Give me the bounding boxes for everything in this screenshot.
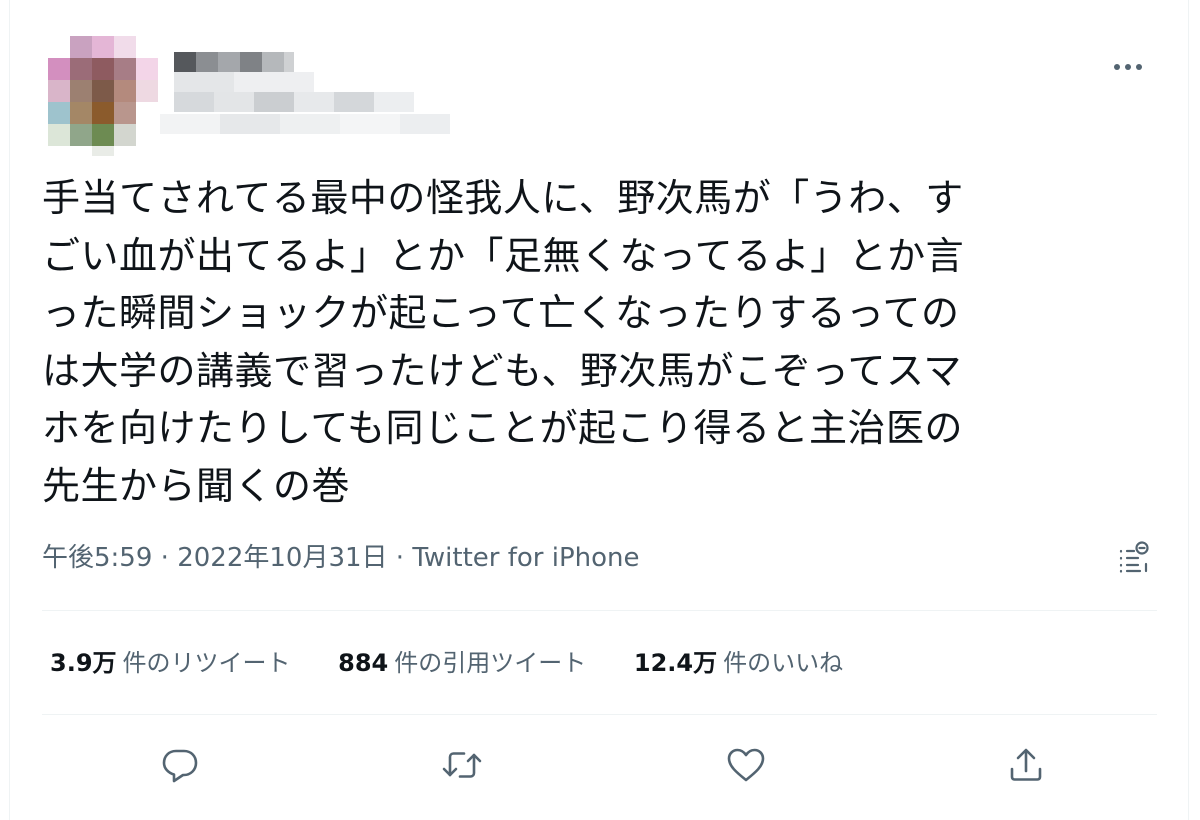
tweet-actions	[10, 735, 1190, 795]
tweet-text: 手当てされてる最中の怪我人に、野次馬が「うわ、す ごい血が出てるよ」とか「足無く…	[42, 170, 1152, 515]
tweet-text-line: は大学の講義で習ったけども、野次馬がこぞってスマ	[42, 348, 962, 393]
divider	[42, 610, 1157, 611]
tweet-text-line: 先生から聞くの巻	[42, 463, 351, 508]
tweet-text-line: った瞬間ショックが起こって亡くなったりするっての	[42, 291, 960, 335]
retweets-stat[interactable]: 3.9万 件のリツイート	[50, 645, 291, 681]
meta-separator: ·	[160, 543, 178, 573]
like-icon	[727, 748, 765, 782]
likes-count: 12.4万	[633, 649, 718, 677]
more-options-button[interactable]	[1108, 52, 1148, 82]
retweets-label: 件のリツイート	[122, 649, 291, 677]
reply-icon	[162, 749, 198, 783]
share-icon	[1010, 748, 1042, 781]
analytics-icon[interactable]	[1116, 540, 1152, 576]
tweet-time[interactable]: 午後5:59	[42, 543, 152, 573]
divider	[42, 714, 1157, 715]
like-button[interactable]	[720, 739, 772, 791]
retweets-count: 3.9万	[50, 649, 117, 677]
quotes-stat[interactable]: 884 件の引用ツイート	[338, 645, 586, 681]
tweet-date[interactable]: 2022年10月31日	[177, 543, 387, 573]
meta-separator: ·	[395, 543, 413, 573]
tweet-source[interactable]: Twitter for iPhone	[412, 543, 639, 573]
author-name-handle[interactable]	[160, 50, 460, 140]
tweet-meta: 午後5:59 · 2022年10月31日 · Twitter for iPhon…	[42, 540, 640, 576]
avatar[interactable]	[48, 26, 158, 156]
tweet-card: 手当てされてる最中の怪我人に、野次馬が「うわ、す ごい血が出てるよ」とか「足無く…	[9, 0, 1189, 820]
quotes-count: 884	[338, 649, 389, 677]
tweet-text-line: ホを向けたりしても同じことが起こり得ると主治医の	[42, 406, 963, 450]
quotes-label: 件の引用ツイート	[394, 649, 587, 677]
share-button[interactable]	[1000, 739, 1052, 791]
retweet-button[interactable]	[436, 739, 488, 791]
tweet-stats: 3.9万 件のリツイート 884 件の引用ツイート 12.4万 件のいいね	[50, 645, 883, 681]
ellipsis-icon	[1114, 64, 1142, 70]
tweet-text-line: 手当てされてる最中の怪我人に、野次馬が「うわ、す	[42, 176, 964, 220]
tweet-text-line: ごい血が出てるよ」とか「足無くなってるよ」とか言	[42, 233, 965, 278]
retweet-icon	[442, 752, 482, 778]
reply-button[interactable]	[154, 739, 206, 791]
likes-stat[interactable]: 12.4万 件のいいね	[634, 645, 843, 681]
likes-label: 件のいいね	[723, 649, 844, 677]
